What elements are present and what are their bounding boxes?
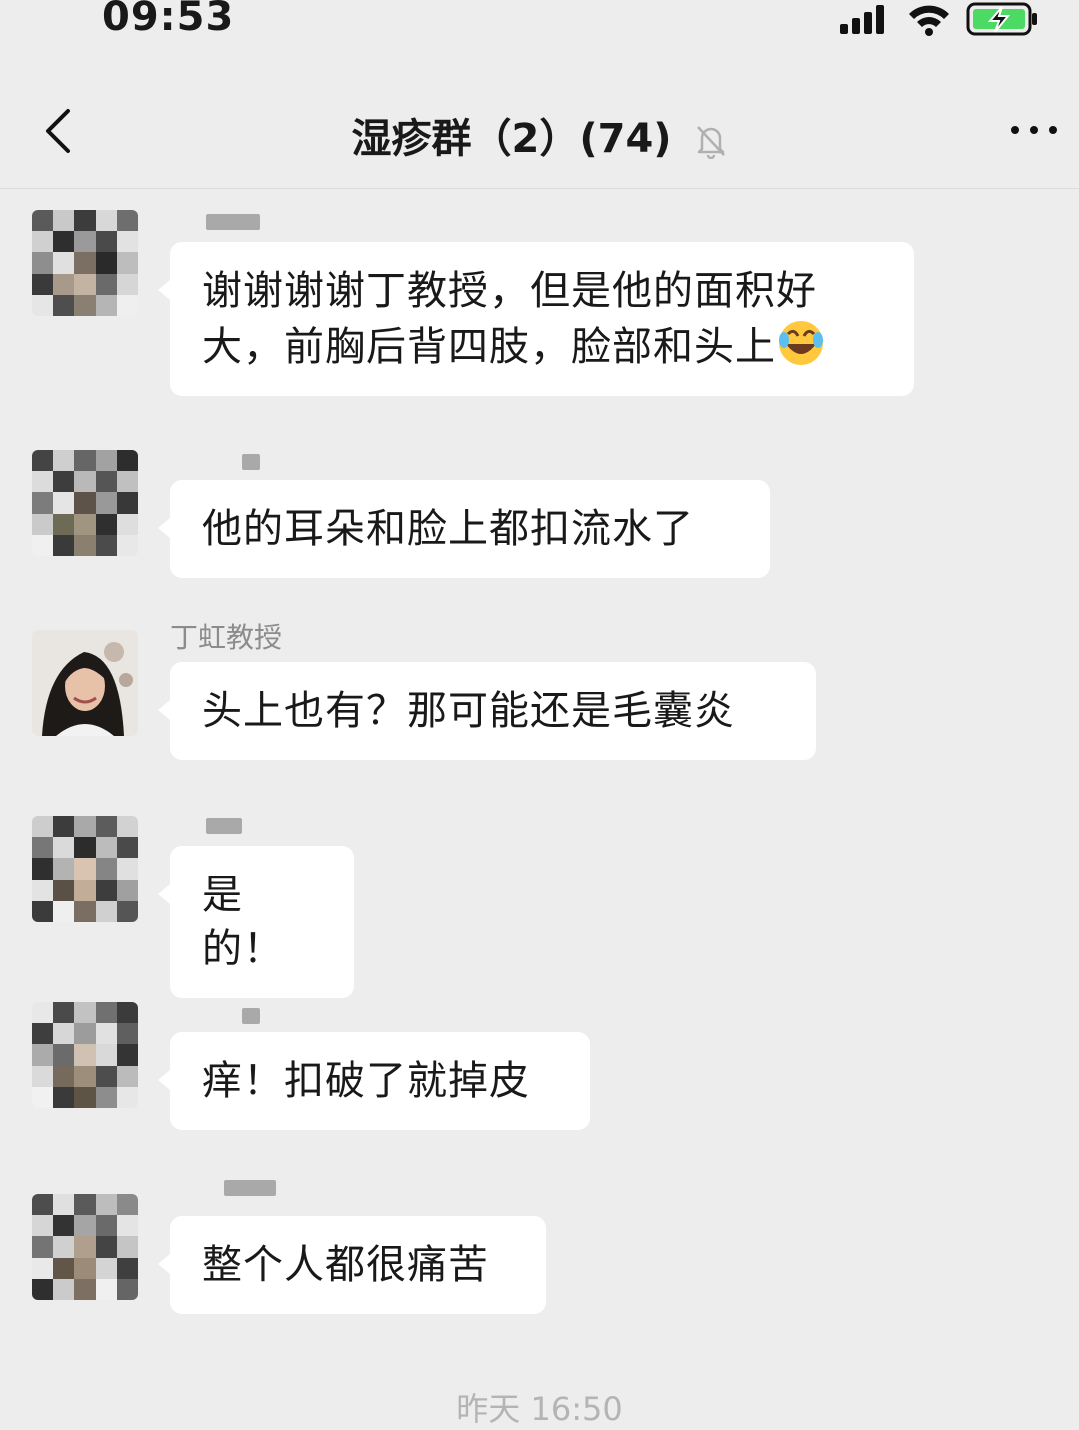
signal-icon: [840, 5, 884, 34]
sender-name-blurred: [242, 1008, 260, 1024]
avatar-photo: [32, 630, 138, 736]
message-text: 谢谢谢谢丁教授，但是他的面积好大，前胸后背四肢，脸部和头上: [202, 268, 817, 370]
chat-title: 湿疹群（2）(74): [351, 116, 672, 162]
avatar[interactable]: [32, 1002, 138, 1108]
rofl-emoji: [779, 321, 823, 365]
wifi-icon: [909, 5, 949, 36]
avatar[interactable]: [32, 630, 138, 736]
chat-title-row: 湿疹群（2）(74): [0, 106, 1079, 164]
avatar[interactable]: [32, 816, 138, 922]
message-bubble[interactable]: 他的耳朵和脸上都扣流水了: [158, 480, 770, 578]
message-text: 是的！: [202, 872, 284, 972]
sender-name-blurred: [242, 454, 260, 470]
sender-name-blurred: [206, 214, 260, 230]
avatar[interactable]: [32, 1194, 138, 1300]
message-bubble[interactable]: 整个人都很痛苦: [158, 1216, 546, 1314]
message-text: 痒！扣破了就掉皮: [202, 1058, 530, 1104]
status-time: 09:53: [102, 0, 235, 40]
timestamp: 昨天 16:50: [456, 1390, 623, 1428]
message-bubble[interactable]: 是的！: [158, 846, 354, 998]
message-text: 头上也有？那可能还是毛囊炎: [202, 688, 735, 734]
sender-name-blurred: [206, 818, 242, 834]
message-text: 他的耳朵和脸上都扣流水了: [202, 506, 694, 552]
bell-muted-icon: [696, 126, 725, 159]
message-text: 整个人都很痛苦: [202, 1242, 489, 1288]
sender-name: 丁虹教授: [170, 621, 283, 654]
battery-charging-icon: [966, 2, 1037, 36]
message-bubble[interactable]: 头上也有？那可能还是毛囊炎: [158, 662, 816, 760]
status-bar: 09:53: [0, 0, 1079, 50]
sender-name-blurred: [224, 1180, 276, 1196]
chat-header: 湿疹群（2）(74): [0, 72, 1079, 189]
avatar[interactable]: [32, 450, 138, 556]
message-bubble[interactable]: 痒！扣破了就掉皮: [158, 1032, 590, 1130]
more-icon[interactable]: [1009, 118, 1059, 142]
message-bubble[interactable]: 谢谢谢谢丁教授，但是他的面积好大，前胸后背四肢，脸部和头上: [158, 242, 914, 396]
avatar[interactable]: [32, 210, 138, 316]
